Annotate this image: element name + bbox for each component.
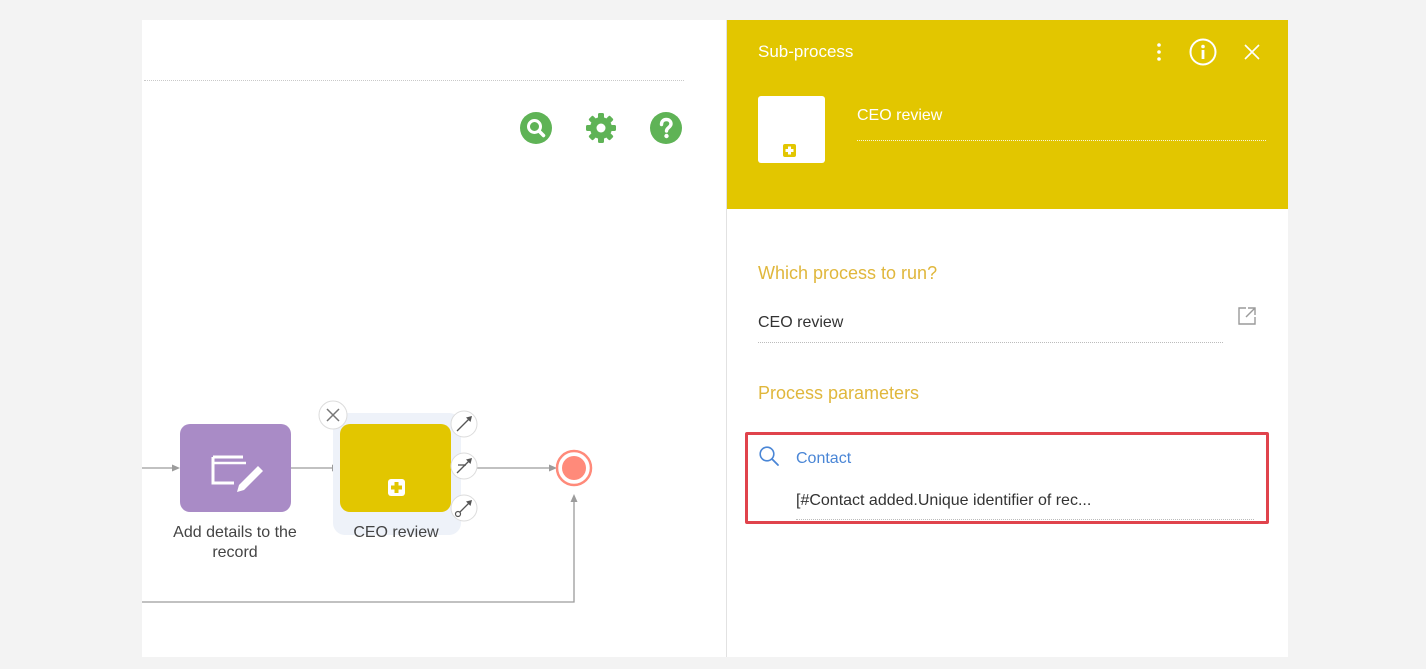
connect-conditional-icon[interactable]: [450, 452, 478, 480]
process-parameters-label: Process parameters: [758, 383, 920, 403]
sub-process-ceo-review[interactable]: [333, 413, 461, 535]
node-label-ceo-review: CEO review: [353, 524, 439, 541]
close-icon[interactable]: [318, 400, 348, 430]
plus-box-icon: [783, 144, 796, 157]
parameter-highlight: [745, 432, 1269, 524]
parameter-name-contact[interactable]: Contact: [796, 450, 851, 468]
connect-default-icon[interactable]: [450, 494, 478, 522]
element-type-icon: [758, 96, 825, 163]
close-icon[interactable]: [1241, 38, 1263, 66]
search-icon[interactable]: [758, 445, 780, 467]
which-process-underline: [758, 342, 1223, 343]
node-label-add-details: Add details to the record: [173, 524, 297, 561]
open-in-new-window-icon[interactable]: [1237, 306, 1257, 326]
info-icon[interactable]: [1189, 38, 1217, 66]
process-canvas[interactable]: Add details to the record CEO review: [142, 20, 726, 657]
task-add-details[interactable]: [180, 424, 291, 512]
more-vertical-icon[interactable]: [1153, 38, 1165, 66]
parameter-value-field[interactable]: [#Contact added.Unique identifier of rec…: [796, 492, 1091, 510]
element-name-field[interactable]: CEO review: [857, 107, 942, 125]
element-properties-panel: Sub-process CEO review Which process to …: [726, 20, 1288, 657]
panel-title: Sub-process: [758, 42, 854, 61]
which-process-label: Which process to run?: [758, 263, 938, 283]
panel-header: Sub-process CEO review: [727, 20, 1288, 209]
parameter-value-underline: [796, 519, 1254, 520]
connect-icon[interactable]: [450, 410, 478, 438]
element-name-underline: [857, 140, 1266, 141]
end-event[interactable]: [555, 449, 593, 487]
which-process-field[interactable]: CEO review: [758, 314, 843, 332]
